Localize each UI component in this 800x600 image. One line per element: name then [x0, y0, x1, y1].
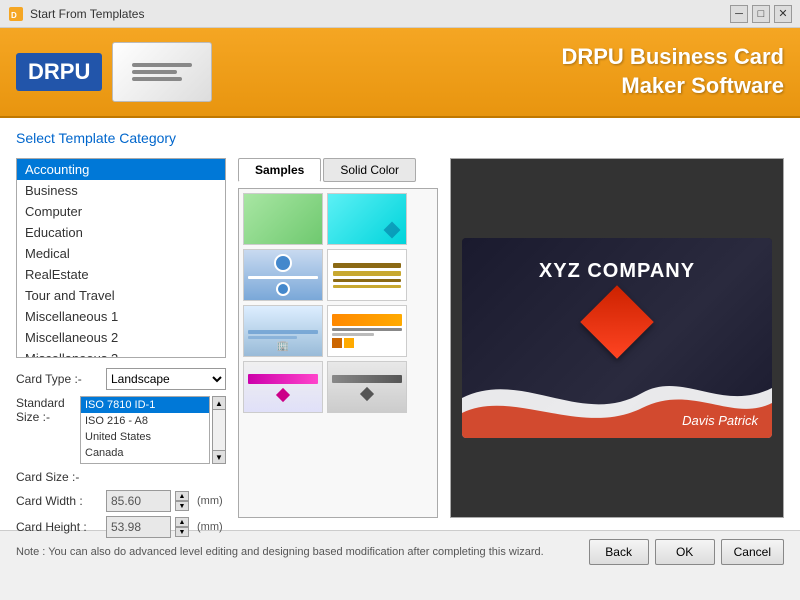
- card-height-input-group: ▲ ▼ (mm): [106, 516, 223, 538]
- category-item-education[interactable]: Education: [17, 222, 225, 243]
- template-thumb-8[interactable]: [327, 361, 407, 413]
- card-type-label: Card Type :-: [16, 372, 106, 386]
- card-width-spinner: ▲ ▼: [175, 491, 189, 511]
- card-size-label: Card Size :-: [16, 470, 106, 484]
- card-width-down[interactable]: ▼: [175, 501, 189, 511]
- template-thumb-2[interactable]: [327, 193, 407, 245]
- category-item-medical[interactable]: Medical: [17, 243, 225, 264]
- logo-card-lines: [132, 63, 192, 81]
- header: DRPU DRPU Business Card Maker Software: [0, 28, 800, 118]
- card-type-select[interactable]: Landscape Portrait: [106, 368, 226, 390]
- tab-solid-color[interactable]: Solid Color: [323, 158, 416, 182]
- preview-panel: XYZ COMPANY Davis Patrick: [450, 158, 784, 518]
- ok-button[interactable]: OK: [655, 539, 715, 565]
- standard-size-area: ISO 7810 ID-1 ISO 216 - A8 United States…: [80, 396, 226, 464]
- tab-samples[interactable]: Samples: [238, 158, 321, 182]
- window-controls: ─ □ ✕: [730, 5, 792, 23]
- card-width-input-group: ▲ ▼ (mm): [106, 490, 223, 512]
- card-width-input[interactable]: [106, 490, 171, 512]
- category-item-computer[interactable]: Computer: [17, 201, 225, 222]
- template-thumb-6[interactable]: [327, 305, 407, 357]
- back-button[interactable]: Back: [589, 539, 649, 565]
- card-type-row: Card Type :- Landscape Portrait: [16, 368, 226, 390]
- logo-area: DRPU: [16, 42, 212, 102]
- section-title-prefix: Select: [16, 130, 59, 146]
- std-scroll-down[interactable]: ▼: [212, 450, 226, 464]
- logo-card-preview: [112, 42, 212, 102]
- std-scroll-track: [212, 410, 226, 450]
- standard-size-label: Standard Size :-: [16, 396, 80, 424]
- tab-bar: Samples Solid Color: [238, 158, 438, 182]
- maximize-btn[interactable]: □: [752, 5, 770, 23]
- category-item-tour[interactable]: Tour and Travel: [17, 285, 225, 306]
- preview-person-name: Davis Patrick: [682, 413, 758, 428]
- app-title-line1: DRPU Business Card: [561, 43, 784, 72]
- category-item-realestate[interactable]: RealEstate: [17, 264, 225, 285]
- card-height-label: Card Height :: [16, 520, 106, 534]
- main-content: Select Template Category Accounting Busi…: [0, 118, 800, 530]
- card-height-spinner: ▲ ▼: [175, 517, 189, 537]
- std-item-iso7810[interactable]: ISO 7810 ID-1: [81, 397, 209, 413]
- logo-line-1: [132, 63, 192, 67]
- category-item-misc1[interactable]: Miscellaneous 1: [17, 306, 225, 327]
- standard-size-row: Standard Size :- ISO 7810 ID-1 ISO 216 -…: [16, 396, 226, 464]
- logo-line-3: [132, 77, 182, 81]
- std-item-us[interactable]: United States: [81, 429, 209, 445]
- section-title: Select Template Category: [16, 130, 784, 146]
- template-thumb-1[interactable]: [243, 193, 323, 245]
- template-row-3: 🏢: [243, 305, 433, 357]
- template-row-2: [243, 249, 433, 301]
- card-height-unit: (mm): [197, 521, 223, 533]
- template-row-1: [243, 193, 433, 245]
- std-scroll-up[interactable]: ▲: [212, 396, 226, 410]
- template-thumb-3[interactable]: [243, 249, 323, 301]
- app-title: DRPU Business Card Maker Software: [561, 43, 784, 100]
- standard-size-scroll[interactable]: ▲ ▼: [212, 396, 226, 464]
- card-height-row: Card Height : ▲ ▼ (mm): [16, 516, 226, 538]
- template-grid[interactable]: 🏢: [238, 188, 438, 518]
- window-title: Start From Templates: [30, 7, 730, 21]
- middle-panel: Samples Solid Color: [238, 158, 438, 518]
- card-width-row: Card Width : ▲ ▼ (mm): [16, 490, 226, 512]
- note-text: Note : You can also do advanced level ed…: [16, 546, 544, 558]
- logo-text: DRPU: [16, 53, 102, 91]
- standard-size-list[interactable]: ISO 7810 ID-1 ISO 216 - A8 United States…: [80, 396, 210, 464]
- std-item-canada[interactable]: Canada: [81, 445, 209, 461]
- section-title-highlight: Template Category: [59, 130, 177, 146]
- preview-company-name: XYZ COMPANY: [539, 260, 695, 283]
- card-width-up[interactable]: ▲: [175, 491, 189, 501]
- category-item-misc2[interactable]: Miscellaneous 2: [17, 327, 225, 348]
- app-title-line2: Maker Software: [561, 72, 784, 101]
- app-icon: D: [8, 6, 24, 22]
- action-buttons: Back OK Cancel: [589, 539, 784, 565]
- card-height-down[interactable]: ▼: [175, 527, 189, 537]
- card-width-unit: (mm): [197, 495, 223, 507]
- template-thumb-4[interactable]: [327, 249, 407, 301]
- cancel-button[interactable]: Cancel: [721, 539, 784, 565]
- left-panel: Accounting Business Computer Education M…: [16, 158, 226, 518]
- card-size-row: Card Size :-: [16, 470, 226, 484]
- template-thumb-5[interactable]: 🏢: [243, 305, 323, 357]
- preview-card: XYZ COMPANY Davis Patrick: [462, 238, 772, 438]
- logo-line-2: [132, 70, 177, 74]
- minimize-btn[interactable]: ─: [730, 5, 748, 23]
- category-item-business[interactable]: Business: [17, 180, 225, 201]
- category-list[interactable]: Accounting Business Computer Education M…: [16, 158, 226, 358]
- card-width-label: Card Width :: [16, 494, 106, 508]
- title-bar: D Start From Templates ─ □ ✕: [0, 0, 800, 28]
- content-area: Accounting Business Computer Education M…: [16, 158, 784, 518]
- category-item-misc3[interactable]: Miscellaneous 3: [17, 348, 225, 358]
- card-height-input[interactable]: [106, 516, 171, 538]
- close-btn[interactable]: ✕: [774, 5, 792, 23]
- category-item-accounting[interactable]: Accounting: [17, 159, 225, 180]
- card-height-up[interactable]: ▲: [175, 517, 189, 527]
- template-row-4: [243, 361, 433, 413]
- svg-text:D: D: [11, 11, 17, 20]
- controls-section: Card Type :- Landscape Portrait Standard…: [16, 368, 226, 538]
- template-thumb-7[interactable]: [243, 361, 323, 413]
- std-item-iso216[interactable]: ISO 216 - A8: [81, 413, 209, 429]
